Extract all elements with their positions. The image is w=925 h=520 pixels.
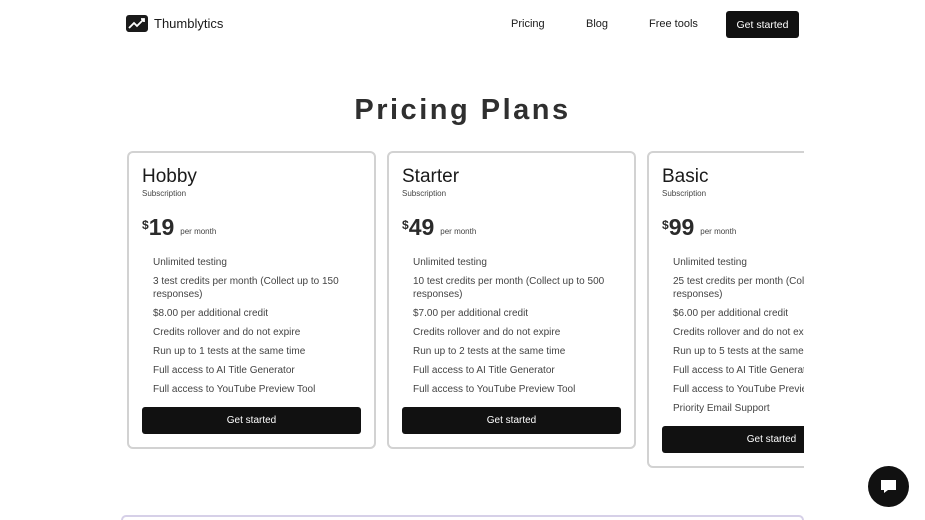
feature-item: Full access to YouTube Preview Tool <box>153 384 316 395</box>
nav-pricing-link[interactable]: Pricing <box>511 18 545 30</box>
feature-item: Full access to AI Title Generator <box>413 365 555 376</box>
feature-item: Run up to 1 tests at the same time <box>153 346 306 357</box>
price-currency: $ <box>402 218 409 232</box>
feature-item: Credits rollover and do not expire <box>673 327 804 338</box>
feature-item: $8.00 per additional credit <box>153 308 269 319</box>
plan-card-starter: Starter Subscription $ 49 per month Unli… <box>387 151 636 449</box>
pricing-cards-carousel: Hobby Subscription $ 19 per month Unlimi… <box>121 146 804 476</box>
feature-item: 25 test credits per month (Collect up to… <box>673 276 804 300</box>
price-period: per month <box>440 227 477 236</box>
price-period: per month <box>180 227 217 236</box>
plan-card-hobby: Hobby Subscription $ 19 per month Unlimi… <box>127 151 376 449</box>
header-get-started-button[interactable]: Get started <box>726 11 799 38</box>
plan-price: $ 19 per month <box>142 214 216 240</box>
price-amount: 99 <box>668 214 695 240</box>
chat-widget-button[interactable] <box>868 466 909 507</box>
plan-subtitle: Subscription <box>142 189 187 198</box>
feature-list: Unlimited testing 3 test credits per mon… <box>153 256 363 402</box>
top-navigation: Thumblytics Pricing Blog Free tools Get … <box>0 0 925 50</box>
feature-item: Full access to AI Title Generator <box>673 365 804 376</box>
price-amount: 19 <box>148 214 175 240</box>
feature-item: $6.00 per additional credit <box>673 308 789 319</box>
plan-card-basic: Basic Subscription $ 99 per month Unlimi… <box>647 151 804 468</box>
plan-subtitle: Subscription <box>662 189 707 198</box>
page-title: Pricing Plans <box>354 94 571 126</box>
plan-price: $ 49 per month <box>402 214 476 240</box>
feature-item: 10 test credits per month (Collect up to… <box>413 276 605 300</box>
chat-bubble-icon <box>881 480 896 493</box>
feature-item: Credits rollover and do not expire <box>413 327 561 338</box>
feature-item: Full access to AI Title Generator <box>153 365 295 376</box>
plan-get-started-button[interactable]: Get started <box>142 407 361 434</box>
feature-item: $7.00 per additional credit <box>413 308 529 319</box>
nav-blog-link[interactable]: Blog <box>586 18 608 30</box>
price-period: per month <box>700 227 737 236</box>
plan-get-started-button[interactable]: Get started <box>662 426 804 453</box>
feature-item: Unlimited testing <box>153 257 227 268</box>
feature-item: Run up to 2 tests at the same time <box>413 346 566 357</box>
feature-item: Unlimited testing <box>673 257 747 268</box>
feature-item: Run up to 5 tests at the same time <box>673 346 804 357</box>
brand-name: Thumblytics <box>154 16 224 31</box>
feature-item: Unlimited testing <box>413 257 487 268</box>
price-amount: 49 <box>408 214 435 240</box>
feature-item: Priority Email Support <box>673 403 770 414</box>
feature-list: Unlimited testing 10 test credits per mo… <box>413 256 623 402</box>
nav-free-tools-link[interactable]: Free tools <box>649 18 698 30</box>
feature-item: Full access to YouTube Preview Tool <box>673 384 804 395</box>
plan-get-started-button[interactable]: Get started <box>402 407 621 434</box>
plan-name: Basic <box>662 166 709 187</box>
chart-trend-icon <box>126 15 148 32</box>
next-section-edge <box>121 515 804 520</box>
price-currency: $ <box>142 218 149 232</box>
feature-item: Credits rollover and do not expire <box>153 327 301 338</box>
feature-item: Full access to YouTube Preview Tool <box>413 384 576 395</box>
plan-subtitle: Subscription <box>402 189 447 198</box>
plan-price: $ 99 per month <box>662 214 736 240</box>
plan-name: Hobby <box>142 166 197 187</box>
feature-list: Unlimited testing 25 test credits per mo… <box>673 256 804 421</box>
feature-item: 3 test credits per month (Collect up to … <box>153 276 339 300</box>
plan-name: Starter <box>402 166 460 187</box>
brand-logo[interactable]: Thumblytics <box>126 15 223 32</box>
price-currency: $ <box>662 218 669 232</box>
